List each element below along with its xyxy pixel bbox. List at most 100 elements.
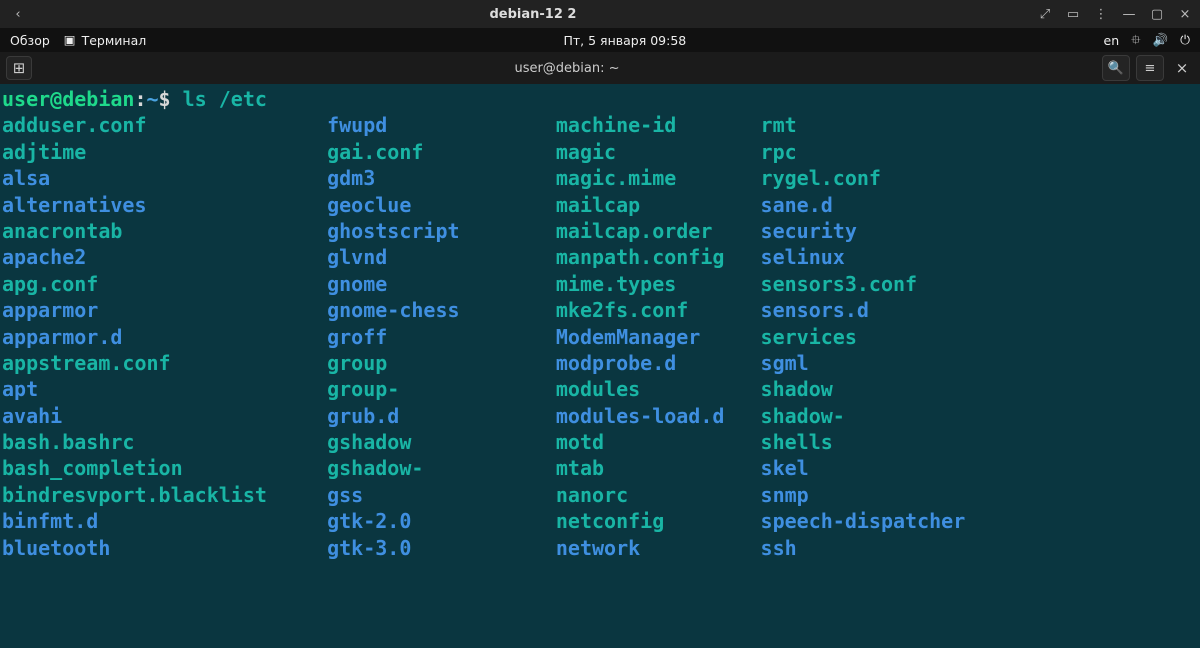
ls-entry: mke2fs.conf	[556, 297, 761, 323]
ls-entry: glvnd	[327, 244, 556, 270]
ls-entry: shells	[761, 429, 833, 455]
ls-entry: gtk-3.0	[327, 535, 556, 561]
ls-entry: nanorc	[556, 482, 761, 508]
ls-entry: grub.d	[327, 403, 556, 429]
ls-entry: netconfig	[556, 508, 761, 534]
ls-row: apparmor.dgroffModemManagerservices	[2, 324, 1198, 350]
ls-entry: bash.bashrc	[2, 429, 327, 455]
ls-row: adduser.conffwupdmachine-idrmt	[2, 112, 1198, 138]
ls-entry: shadow-	[761, 403, 845, 429]
ls-row: bluetoothgtk-3.0networkssh	[2, 535, 1198, 561]
prompt-line: user@debian:~$ ls /etc	[2, 86, 1198, 112]
ls-entry: bluetooth	[2, 535, 327, 561]
ls-entry: services	[761, 324, 857, 350]
ls-row: alternativesgeocluemailcapsane.d	[2, 192, 1198, 218]
ls-entry: group-	[327, 376, 556, 402]
ls-entry: mtab	[556, 455, 761, 481]
active-app-indicator[interactable]: ▣ Терминал	[64, 33, 146, 48]
new-tab-button[interactable]: ⊞	[6, 56, 32, 80]
ls-row: bash_completiongshadow-mtabskel	[2, 455, 1198, 481]
ls-entry: groff	[327, 324, 556, 350]
ls-entry: apparmor.d	[2, 324, 327, 350]
ls-entry: rmt	[761, 112, 797, 138]
ls-entry: modprobe.d	[556, 350, 761, 376]
ls-entry: apt	[2, 376, 327, 402]
close-button[interactable]: ×	[1176, 7, 1194, 22]
ls-row: alsagdm3magic.mimerygel.conf	[2, 165, 1198, 191]
ls-entry: gshadow-	[327, 455, 556, 481]
ls-entry: magic.mime	[556, 165, 761, 191]
ls-entry: geoclue	[327, 192, 556, 218]
ls-entry: magic	[556, 139, 761, 165]
ls-entry: ModemManager	[556, 324, 761, 350]
ls-entry: selinux	[761, 244, 845, 270]
maximize-button[interactable]: ▢	[1148, 7, 1166, 22]
network-icon[interactable]: ⯐	[1131, 34, 1140, 47]
ls-entry: ssh	[761, 535, 797, 561]
ls-entry: fwupd	[327, 112, 556, 138]
ls-row: bash.bashrcgshadowmotdshells	[2, 429, 1198, 455]
ls-entry: alsa	[2, 165, 327, 191]
volume-icon[interactable]: 🔊	[1153, 34, 1169, 47]
power-icon[interactable]: ⏻	[1180, 34, 1190, 47]
ls-entry: rpc	[761, 139, 797, 165]
ls-row: apg.confgnomemime.typessensors3.conf	[2, 271, 1198, 297]
ls-entry: manpath.config	[556, 244, 761, 270]
ls-entry: group	[327, 350, 556, 376]
ls-entry: bindresvport.blacklist	[2, 482, 327, 508]
ls-entry: speech-dispatcher	[761, 508, 966, 534]
ls-entry: sensors3.conf	[761, 271, 918, 297]
ls-entry: adjtime	[2, 139, 327, 165]
back-button[interactable]: ‹	[6, 8, 30, 21]
prompt-dollar: $	[159, 87, 183, 111]
ls-row: binfmt.dgtk-2.0netconfigspeech-dispatche…	[2, 508, 1198, 534]
ls-row: appstream.confgroupmodprobe.dsgml	[2, 350, 1198, 376]
search-icon: 🔍	[1108, 62, 1124, 75]
ls-entry: apparmor	[2, 297, 327, 323]
vm-titlebar: ‹ debian-12 2 ⤢ ▭ ⋮ — ▢ ×	[0, 0, 1200, 28]
ls-row: apparmorgnome-chessmke2fs.confsensors.d	[2, 297, 1198, 323]
ls-entry: network	[556, 535, 761, 561]
ls-entry: gnome	[327, 271, 556, 297]
prompt-sep: :	[134, 87, 146, 111]
ls-row: avahigrub.dmodules-load.dshadow-	[2, 403, 1198, 429]
ls-entry: motd	[556, 429, 761, 455]
kebab-menu-icon[interactable]: ⋮	[1092, 7, 1110, 22]
gnome-top-panel: Обзор ▣ Терминал Пт, 5 января 09:58 en ⯐…	[0, 28, 1200, 52]
ls-entry: mailcap	[556, 192, 761, 218]
panel-clock[interactable]: Пт, 5 января 09:58	[146, 33, 1103, 48]
minimize-button[interactable]: —	[1120, 7, 1138, 22]
terminal-headerbar: ⊞ user@debian: ~ 🔍 ≡ ×	[0, 52, 1200, 84]
hamburger-icon: ≡	[1145, 62, 1156, 75]
activities-button[interactable]: Обзор	[10, 33, 50, 48]
ls-entry: avahi	[2, 403, 327, 429]
ls-entry: gnome-chess	[327, 297, 556, 323]
ls-entry: modules-load.d	[556, 403, 761, 429]
ls-entry: gdm3	[327, 165, 556, 191]
tray-icon[interactable]: ▭	[1064, 7, 1082, 22]
command-text: ls /etc	[183, 87, 267, 111]
ls-entry: gshadow	[327, 429, 556, 455]
search-button[interactable]: 🔍	[1102, 55, 1130, 81]
active-app-name: Терминал	[82, 33, 147, 48]
ls-row: apache2glvndmanpath.configselinux	[2, 244, 1198, 270]
ls-entry: bash_completion	[2, 455, 327, 481]
ls-entry: apg.conf	[2, 271, 327, 297]
ls-entry: apache2	[2, 244, 327, 270]
ls-entry: binfmt.d	[2, 508, 327, 534]
keyboard-layout-indicator[interactable]: en	[1104, 33, 1120, 48]
ls-entry: gtk-2.0	[327, 508, 556, 534]
ls-entry: skel	[761, 455, 809, 481]
fullscreen-icon[interactable]: ⤢	[1036, 7, 1054, 22]
hamburger-menu-button[interactable]: ≡	[1136, 55, 1164, 81]
terminal-title: user@debian: ~	[32, 61, 1102, 76]
ls-entry: anacrontab	[2, 218, 327, 244]
prompt-user: user@debian	[2, 87, 134, 111]
ls-entry: snmp	[761, 482, 809, 508]
ls-row: bindresvport.blacklistgssnanorcsnmp	[2, 482, 1198, 508]
vm-title: debian-12 2	[30, 7, 1036, 22]
ls-entry: mailcap.order	[556, 218, 761, 244]
terminal-body[interactable]: user@debian:~$ ls /etcadduser.conffwupdm…	[0, 84, 1200, 648]
terminal-close-button[interactable]: ×	[1170, 59, 1194, 77]
ls-entry: sane.d	[761, 192, 833, 218]
